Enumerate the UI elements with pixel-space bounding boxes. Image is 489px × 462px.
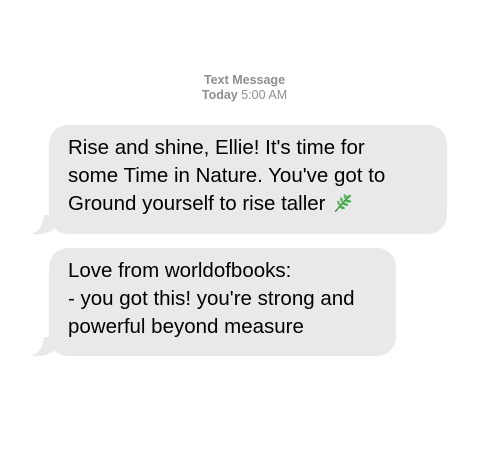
bubble-tail [32,215,54,235]
message-text-line: some Time in Nature. You've got to [68,164,386,187]
message-text-line: Rise and shine, Ellie! It's time for [68,136,365,159]
incoming-message-bubble[interactable]: Love from worldofbooks: - you got this! … [49,248,396,356]
message-text-line: - you got this! you're strong and [68,287,355,310]
timestamp-day: Today [201,88,238,102]
message-text-line: Ground yourself to rise taller [68,190,433,218]
incoming-message-bubble[interactable]: Rise and shine, Ellie! It's time for som… [49,125,447,234]
message-text-line: Love from worldofbooks: [68,259,292,282]
message-service-label: Text Message [203,73,286,87]
message-text-line: powerful beyond measure [68,315,304,338]
message-text-fragment: Ground yourself to rise taller [68,192,326,215]
timestamp-time: 5:00 AM [241,88,288,102]
herb-icon [334,194,351,212]
message-timestamp: Today 5:00 AM [0,88,489,103]
message-header: Text Message Today 5:00 AM [0,73,489,103]
bubble-tail [32,337,54,357]
